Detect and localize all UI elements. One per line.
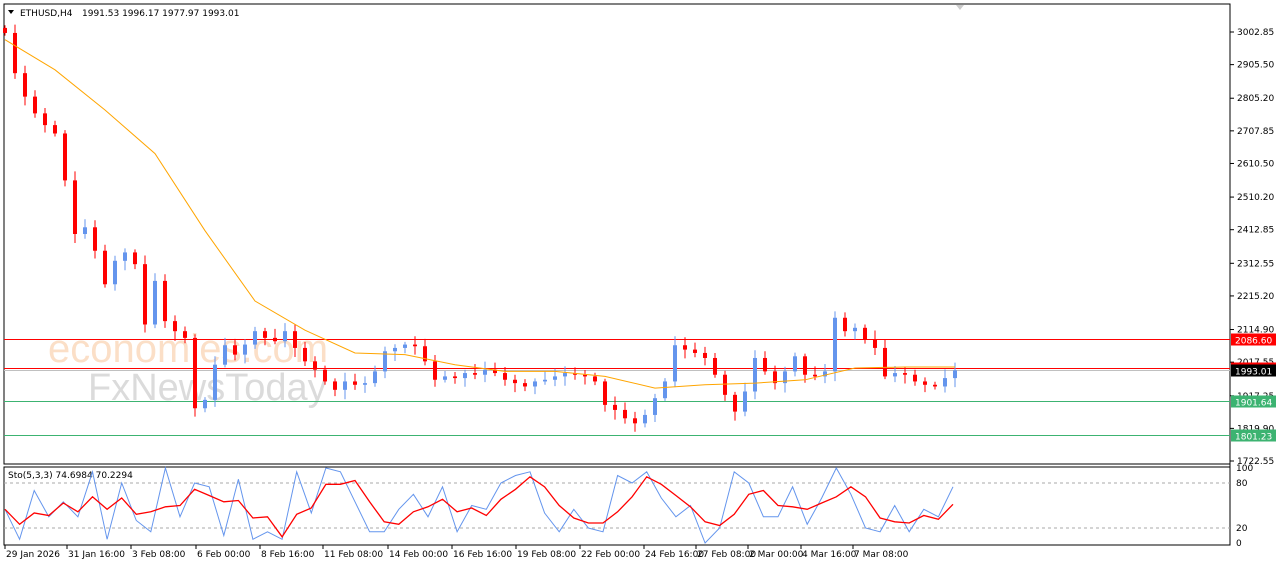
support-level-label: 1801.23 (1235, 433, 1272, 443)
time-tick-label: 27 Feb 08:00 (697, 550, 756, 560)
time-tick-label: 31 Jan 16:00 (68, 550, 125, 560)
current-level-label: 1993.01 (1235, 368, 1272, 378)
stochastic-tick-label: 20 (1236, 524, 1248, 534)
stochastic-tick-label: 0 (1236, 539, 1242, 549)
time-tick-label: 14 Feb 00:00 (389, 550, 448, 560)
price-tick-label: 2412.85 (1237, 226, 1274, 236)
candle (153, 273, 157, 329)
price-tick-label: 2215.20 (1237, 292, 1274, 302)
candle (833, 311, 837, 382)
time-tick-label: 4 Mar 16:00 (802, 550, 857, 560)
stochastic-tick-label: 80 (1236, 479, 1248, 489)
time-tick-label: 16 Feb 16:00 (453, 550, 512, 560)
price-tick-label: 2510.20 (1237, 193, 1274, 203)
candle (73, 171, 77, 244)
chart-header: ETHUSD,H4 1991.53 1996.17 1977.97 1993.0… (8, 9, 239, 19)
price-tick-label: 2805.20 (1237, 94, 1274, 104)
time-tick-label: 8 Feb 16:00 (261, 550, 315, 560)
time-tick-label: 7 Mar 08:00 (854, 550, 909, 560)
time-tick-label: 6 Feb 00:00 (197, 550, 251, 560)
time-tick-label: 29 Jan 2026 (6, 550, 60, 560)
candle (143, 255, 147, 333)
stochastic-title: Sto(5,3,3) 74.6984 70.2294 (8, 471, 133, 481)
candle (63, 130, 67, 187)
time-tick-label: 3 Feb 08:00 (132, 550, 186, 560)
stochastic-tick-label: 100 (1236, 464, 1253, 474)
resistance-level-label: 2086.60 (1235, 337, 1272, 347)
price-tick-label: 3002.85 (1237, 28, 1274, 38)
time-tick-label: 19 Feb 08:00 (517, 550, 576, 560)
symbol-label: ETHUSD,H4 (20, 9, 73, 19)
time-tick-label: 2 Mar 00:00 (749, 550, 804, 560)
price-tick-label: 2610.50 (1237, 159, 1274, 169)
time-tick-label: 11 Feb 08:00 (324, 550, 383, 560)
watermark-fxnewstoday: FxNewsToday (88, 367, 327, 409)
candle (163, 274, 167, 328)
trading-chart[interactable]: economies.com FxNewsToday 3002.852905.50… (0, 0, 1280, 567)
candle (663, 378, 667, 401)
price-tick-label: 2312.55 (1237, 259, 1274, 269)
time-tick-label: 24 Feb 16:00 (645, 550, 704, 560)
candle (193, 334, 197, 417)
price-tick-label: 2905.50 (1237, 61, 1274, 71)
candle (103, 244, 107, 288)
time-tick-label: 22 Feb 00:00 (581, 550, 640, 560)
price-tick-label: 2707.85 (1237, 127, 1274, 137)
support-level-label: 1901.64 (1235, 399, 1272, 409)
ohlc-values: 1991.53 1996.17 1977.97 1993.01 (82, 9, 239, 19)
background (0, 0, 1280, 567)
